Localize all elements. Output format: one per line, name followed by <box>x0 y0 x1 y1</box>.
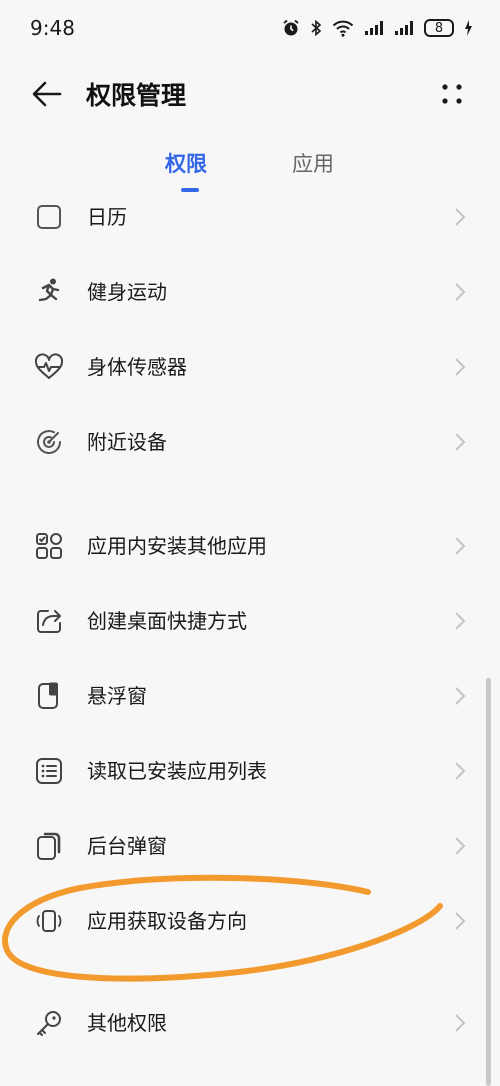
permission-label: 应用内安装其他应用 <box>87 534 267 558</box>
signal-icon <box>365 21 383 35</box>
permission-label: 创建桌面快捷方式 <box>87 609 247 633</box>
permission-row-background-popup[interactable]: 后台弹窗 <box>0 809 500 883</box>
running-person-icon <box>38 278 60 302</box>
permission-row-fitness[interactable]: 健身运动 <box>0 255 500 329</box>
permission-label: 后台弹窗 <box>87 834 167 858</box>
status-time: 9:48 <box>30 16 75 40</box>
permission-row-other[interactable]: 其他权限 <box>0 986 500 1060</box>
wifi-icon <box>332 20 354 37</box>
permission-label: 附近设备 <box>87 430 167 454</box>
permission-label: 应用获取设备方向 <box>87 909 247 933</box>
chevron-right-icon <box>455 537 466 555</box>
heart-rate-icon <box>34 353 64 379</box>
key-icon <box>37 1011 61 1036</box>
tab-apps[interactable]: 应用 <box>292 148 334 178</box>
signal-icon <box>395 21 413 35</box>
permission-row-installed-app-list[interactable]: 读取已安装应用列表 <box>0 734 500 808</box>
app-header: 权限管理 <box>0 58 500 128</box>
status-bar: 9:48 8 <box>0 0 500 58</box>
chevron-right-icon <box>455 358 466 376</box>
permission-label: 日历 <box>87 205 127 229</box>
page-title: 权限管理 <box>86 81 187 110</box>
chevron-right-icon <box>455 1014 466 1032</box>
shortcut-icon <box>37 610 61 633</box>
bluetooth-icon <box>311 19 322 37</box>
permission-row-calendar[interactable]: 日历 <box>0 188 500 254</box>
permission-label: 身体传感器 <box>87 355 187 379</box>
tab-permissions[interactable]: 权限 <box>165 148 207 178</box>
alarm-icon <box>283 19 299 36</box>
chevron-right-icon <box>455 912 466 930</box>
more-icon[interactable] <box>432 74 472 114</box>
background-popup-icon <box>37 832 61 860</box>
permission-label: 其他权限 <box>87 1011 167 1035</box>
permission-label: 健身运动 <box>87 280 167 304</box>
nearby-devices-icon <box>37 430 61 454</box>
chevron-right-icon <box>455 612 466 630</box>
chevron-right-icon <box>455 283 466 301</box>
permission-label: 读取已安装应用列表 <box>87 759 267 783</box>
permission-row-body-sensors[interactable]: 身体传感器 <box>0 330 500 404</box>
floating-window-icon <box>38 682 58 709</box>
permission-row-nearby-devices[interactable]: 附近设备 <box>0 405 500 479</box>
permission-list: 日历 健身运动 身体传感器 附近设备 应用内安装其他应用 创建桌面快捷方式 悬浮… <box>0 188 500 1085</box>
scrollbar[interactable] <box>486 678 491 1086</box>
status-icons: 8 <box>282 15 472 41</box>
battery-icon: 8 <box>424 19 454 37</box>
chevron-right-icon <box>455 433 466 451</box>
calendar-icon <box>37 205 61 229</box>
permission-label: 悬浮窗 <box>87 684 147 708</box>
permission-row-floating-window[interactable]: 悬浮窗 <box>0 659 500 733</box>
permission-row-install-apps[interactable]: 应用内安装其他应用 <box>0 509 500 583</box>
chevron-right-icon <box>455 762 466 780</box>
back-arrow-icon[interactable] <box>26 74 66 114</box>
device-orientation-icon <box>36 910 62 932</box>
charging-icon <box>465 20 472 36</box>
permission-row-device-orientation[interactable]: 应用获取设备方向 <box>0 884 500 958</box>
app-list-icon <box>36 758 62 784</box>
chevron-right-icon <box>455 687 466 705</box>
chevron-right-icon <box>455 208 466 226</box>
chevron-right-icon <box>455 837 466 855</box>
permission-row-desktop-shortcut[interactable]: 创建桌面快捷方式 <box>0 584 500 658</box>
apps-grid-icon <box>36 533 62 559</box>
